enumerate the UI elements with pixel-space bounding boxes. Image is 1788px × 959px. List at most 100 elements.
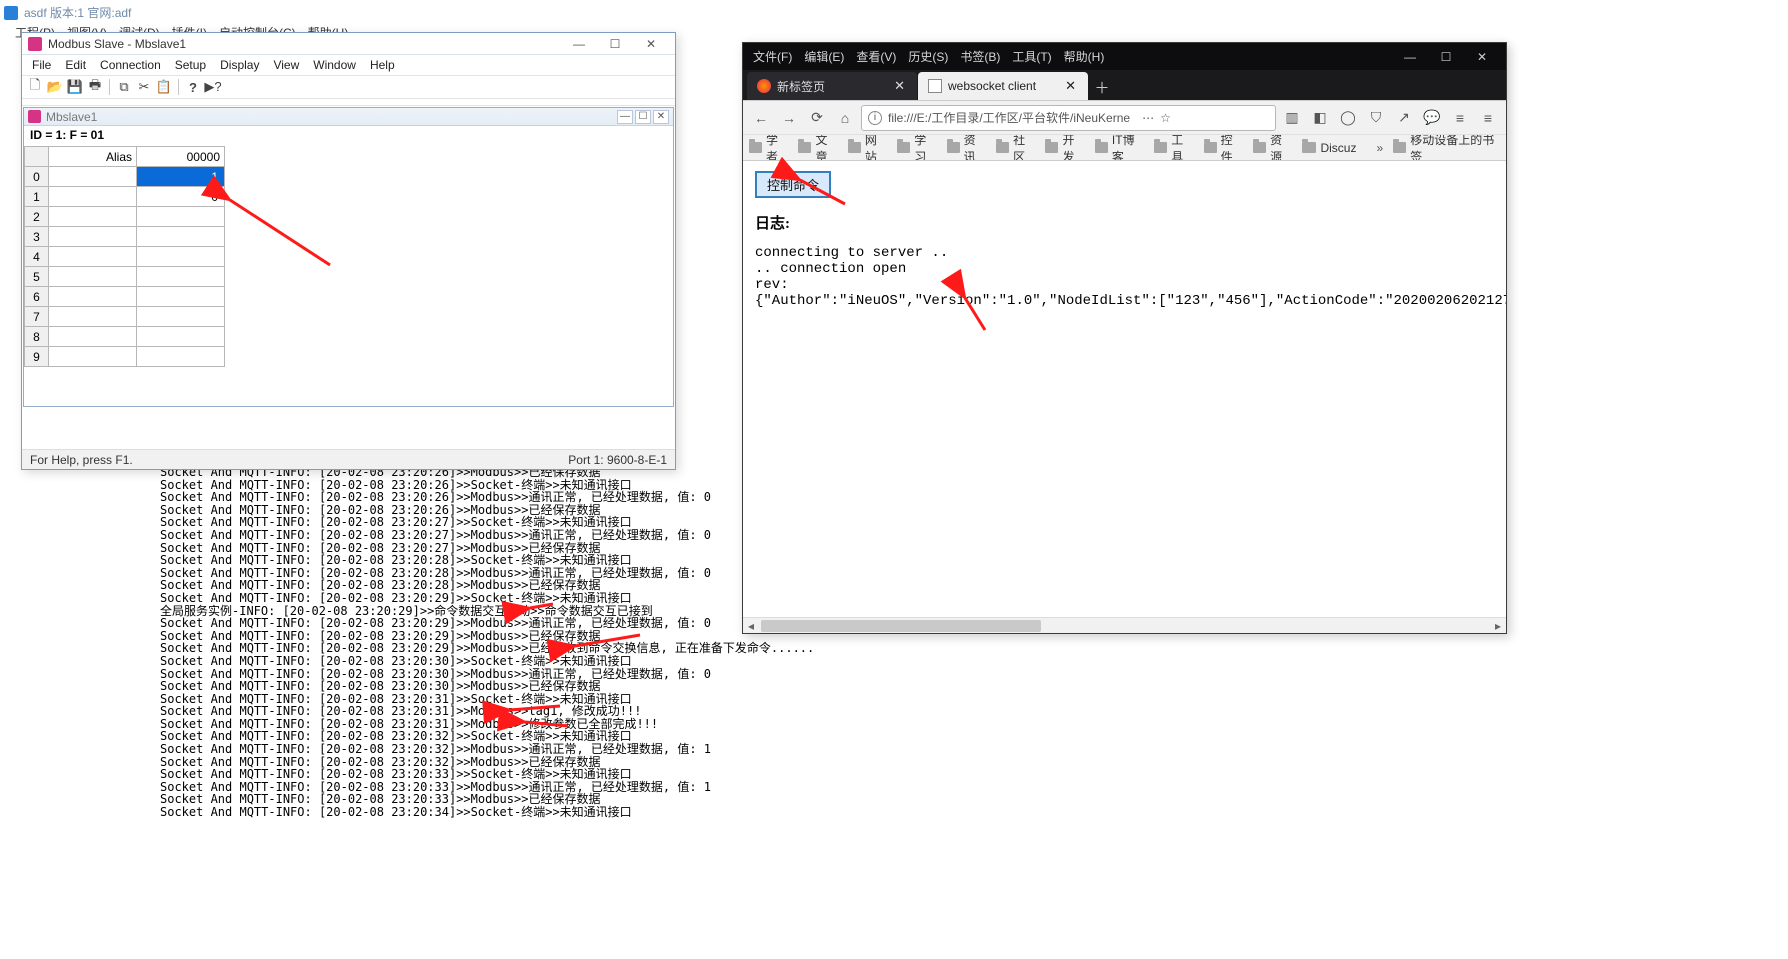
new-tab-button[interactable]: ＋ xyxy=(1089,74,1115,100)
maximize-button[interactable]: ☐ xyxy=(597,34,633,54)
firefox-titlebar[interactable]: 文件(F) 编辑(E) 查看(V) 历史(S) 书签(B) 工具(T) 帮助(H… xyxy=(743,43,1506,70)
forward-button[interactable]: → xyxy=(777,106,801,130)
account-icon[interactable]: ◯ xyxy=(1336,106,1360,130)
tab-close-icon[interactable]: ✕ xyxy=(1063,78,1078,94)
bookmark-item[interactable]: 网站 xyxy=(848,134,887,161)
cell-alias[interactable] xyxy=(49,267,137,287)
menu-edit[interactable]: Edit xyxy=(65,58,86,72)
modbus-menubar[interactable]: File Edit Connection Setup Display View … xyxy=(22,55,675,75)
ff-close-button[interactable]: ✕ xyxy=(1464,43,1500,70)
table-row[interactable]: 2 xyxy=(25,207,225,227)
minimize-button[interactable]: — xyxy=(561,34,597,54)
cell-alias[interactable] xyxy=(49,167,137,187)
col-alias[interactable]: Alias xyxy=(49,147,137,167)
bookmark-item[interactable]: 控件 xyxy=(1204,134,1243,161)
cell-value[interactable] xyxy=(137,207,225,227)
send-tab-icon[interactable]: ↗ xyxy=(1392,106,1416,130)
ff-menu-edit[interactable]: 编辑(E) xyxy=(804,48,844,65)
bookmark-item[interactable]: 资讯 xyxy=(947,134,986,161)
bookmark-star-icon[interactable]: ☆ xyxy=(1160,111,1171,125)
cell-alias[interactable] xyxy=(49,187,137,207)
child-close-button[interactable]: ✕ xyxy=(653,110,669,124)
cell-value[interactable] xyxy=(137,327,225,347)
modbus-child-titlebar[interactable]: Mbslave1 — ☐ ✕ xyxy=(24,108,673,126)
control-command-button[interactable]: 控制命令 xyxy=(755,171,831,198)
cell-value[interactable] xyxy=(137,247,225,267)
ff-menu-bookmark[interactable]: 书签(B) xyxy=(960,48,1000,65)
ff-menu-tools[interactable]: 工具(T) xyxy=(1012,48,1051,65)
tab-websocket-client[interactable]: websocket client ✕ xyxy=(918,72,1088,100)
home-button[interactable]: ⌂ xyxy=(833,106,857,130)
firefox-tabstrip[interactable]: 新标签页 ✕ websocket client ✕ ＋ xyxy=(743,70,1506,100)
overflow-chevron-icon[interactable]: » xyxy=(1376,141,1383,155)
menu-file[interactable]: File xyxy=(32,58,51,72)
help-question-icon[interactable]: ? xyxy=(184,78,202,96)
ff-menu-file[interactable]: 文件(F) xyxy=(753,48,792,65)
library-icon[interactable]: ▥ xyxy=(1280,106,1304,130)
cell-alias[interactable] xyxy=(49,227,137,247)
sidebar-icon[interactable]: ◧ xyxy=(1308,106,1332,130)
reload-button[interactable]: ⟳ xyxy=(805,106,829,130)
bookmark-item[interactable]: Discuz xyxy=(1302,141,1356,155)
bookmark-item[interactable]: 资源 xyxy=(1253,134,1292,161)
mobile-bookmarks[interactable]: 移动设备上的书签 xyxy=(1393,134,1500,161)
child-max-button[interactable]: ☐ xyxy=(635,110,651,124)
menu-view[interactable]: View xyxy=(273,58,299,72)
ff-minimize-button[interactable]: — xyxy=(1392,43,1428,70)
table-row[interactable]: 8 xyxy=(25,327,225,347)
table-row[interactable]: 3 xyxy=(25,227,225,247)
scroll-left-icon[interactable]: ◂ xyxy=(743,618,759,634)
extensions-icon[interactable]: ≡ xyxy=(1448,106,1472,130)
menu-display[interactable]: Display xyxy=(220,58,259,72)
table-row[interactable]: 9 xyxy=(25,347,225,367)
bookmark-item[interactable]: 学者 xyxy=(749,134,788,161)
cell-value[interactable] xyxy=(137,287,225,307)
table-row[interactable]: 5 xyxy=(25,267,225,287)
child-min-button[interactable]: — xyxy=(617,110,633,124)
tab-close-icon[interactable]: ✕ xyxy=(892,78,907,94)
bookmark-item[interactable]: 文章 xyxy=(798,134,837,161)
cell-alias[interactable] xyxy=(49,307,137,327)
firefox-bookmarks-toolbar[interactable]: 学者文章网站学习资讯社区开发IT博客工具控件资源Discuz » 移动设备上的书… xyxy=(743,134,1506,161)
scroll-right-icon[interactable]: ▸ xyxy=(1490,618,1506,634)
bookmark-item[interactable]: 开发 xyxy=(1045,134,1084,161)
print-icon[interactable]: 🖶 xyxy=(86,78,104,96)
copy-icon[interactable]: ⧉ xyxy=(115,78,133,96)
ff-menu-help[interactable]: 帮助(H) xyxy=(1064,48,1105,65)
paste-icon[interactable]: 📋 xyxy=(155,78,173,96)
table-row[interactable]: 7 xyxy=(25,307,225,327)
table-row[interactable]: 01 xyxy=(25,167,225,187)
close-button[interactable]: ✕ xyxy=(633,34,669,54)
tab-new[interactable]: 新标签页 ✕ xyxy=(747,72,917,100)
modbus-register-table[interactable]: Alias 00000 011023456789 xyxy=(24,146,225,367)
cell-value[interactable] xyxy=(137,307,225,327)
menu-window[interactable]: Window xyxy=(313,58,356,72)
cell-alias[interactable] xyxy=(49,287,137,307)
cell-value[interactable]: 0 xyxy=(137,187,225,207)
cell-value[interactable]: 1 xyxy=(137,167,225,187)
cell-alias[interactable] xyxy=(49,347,137,367)
url-bar[interactable]: i file:///E:/工作目录/工作区/平台软件/iNeuKerne ⋯ ☆ xyxy=(861,105,1276,131)
cell-value[interactable] xyxy=(137,267,225,287)
horizontal-scrollbar[interactable]: ◂ ▸ xyxy=(743,617,1506,633)
chat-icon[interactable]: 💬 xyxy=(1420,106,1444,130)
cut-icon[interactable]: ✂ xyxy=(135,78,153,96)
col-value[interactable]: 00000 xyxy=(137,147,225,167)
ff-menu-history[interactable]: 历史(S) xyxy=(908,48,948,65)
page-actions-icon[interactable]: ⋯ xyxy=(1142,111,1154,125)
cell-value[interactable] xyxy=(137,227,225,247)
table-row[interactable]: 4 xyxy=(25,247,225,267)
help-pointer-icon[interactable]: ▶? xyxy=(204,78,222,96)
ff-maximize-button[interactable]: ☐ xyxy=(1428,43,1464,70)
bookmark-item[interactable]: 学习 xyxy=(897,134,936,161)
hamburger-menu-icon[interactable]: ≡ xyxy=(1476,106,1500,130)
site-info-icon[interactable]: i xyxy=(868,111,882,125)
table-row[interactable]: 6 xyxy=(25,287,225,307)
table-row[interactable]: 10 xyxy=(25,187,225,207)
menu-connection[interactable]: Connection xyxy=(100,58,161,72)
modbus-titlebar[interactable]: Modbus Slave - Mbslave1 — ☐ ✕ xyxy=(22,33,675,55)
cell-alias[interactable] xyxy=(49,207,137,227)
ff-menu-view[interactable]: 查看(V) xyxy=(856,48,896,65)
cell-value[interactable] xyxy=(137,347,225,367)
menu-setup[interactable]: Setup xyxy=(175,58,206,72)
